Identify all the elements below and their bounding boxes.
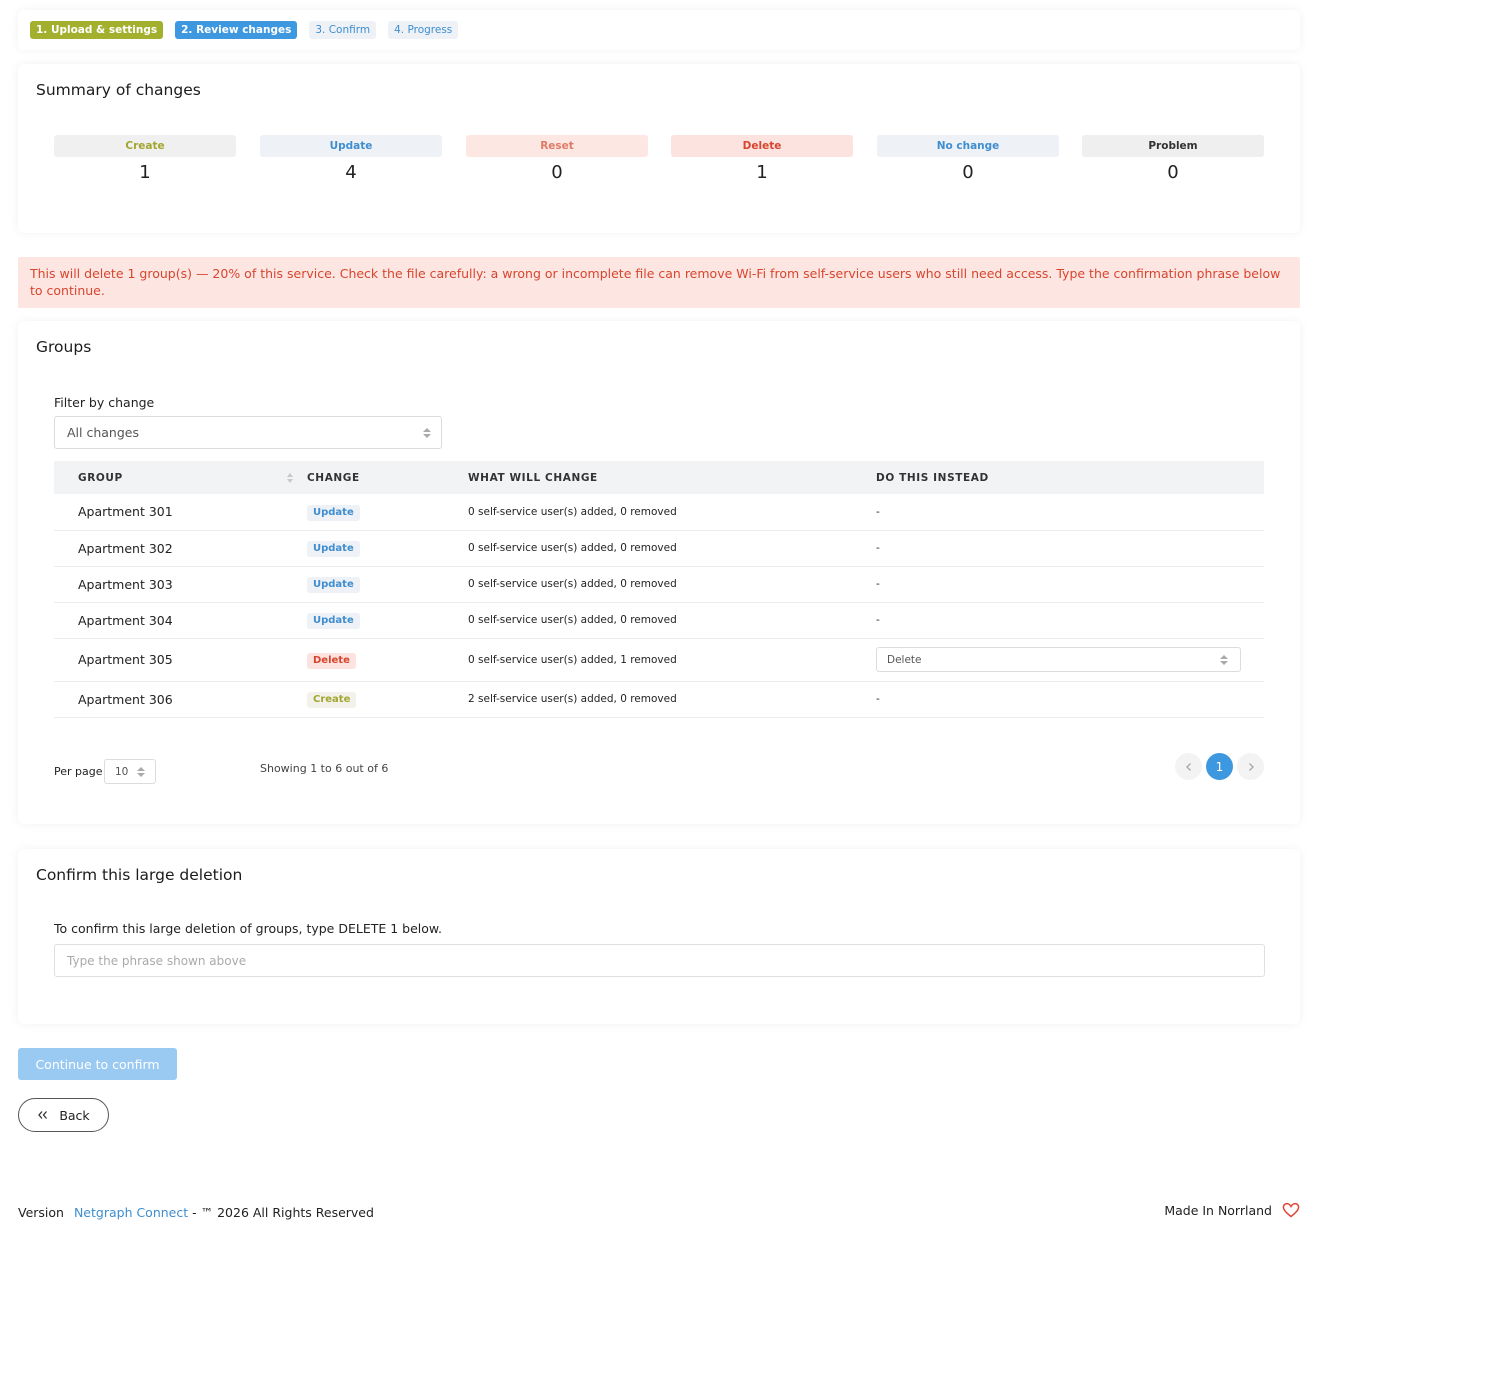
do-this-instead: -: [876, 530, 1264, 567]
column-header-change: CHANGE: [307, 461, 468, 494]
heart-icon: [1282, 1202, 1300, 1218]
per-page-select[interactable]: 10: [104, 759, 156, 784]
back-button[interactable]: Back: [18, 1098, 109, 1132]
row-select-value: Delete: [887, 653, 922, 666]
table-row: Apartment 303 Update 0 self-service user…: [54, 566, 1264, 603]
step-upload-settings[interactable]: 1. Upload & settings: [30, 21, 164, 39]
column-header-do-this-instead: DO THIS INSTEAD: [876, 461, 1264, 494]
stat-value: 0: [551, 162, 563, 183]
do-this-instead: -: [876, 566, 1264, 603]
what-will-change: 0 self-service user(s) added, 0 removed: [468, 530, 876, 567]
stat-value: 0: [1167, 162, 1179, 183]
confirm-deletion-card: Confirm this large deletion To confirm t…: [18, 849, 1300, 1024]
stat-value: 1: [756, 162, 768, 183]
do-this-instead: -: [876, 602, 1264, 639]
change-badge: Update: [307, 504, 360, 521]
select-arrows-icon: [1220, 654, 1228, 665]
group-name: Apartment 304: [54, 602, 307, 639]
what-will-change: 0 self-service user(s) added, 0 removed: [468, 566, 876, 603]
double-chevron-left-icon: [38, 1111, 48, 1119]
stat-problem: Problem 0: [1082, 135, 1264, 183]
footer-copyright: Version Netgraph Connect - ™ 2026 All Ri…: [18, 1205, 374, 1220]
filter-label: Filter by change: [54, 395, 155, 410]
prev-page-button[interactable]: [1175, 753, 1202, 780]
confirmation-phrase-input[interactable]: [54, 944, 1265, 977]
filter-select-value: All changes: [67, 425, 139, 440]
column-header-group[interactable]: GROUP: [54, 461, 307, 494]
continue-to-confirm-button[interactable]: Continue to confirm: [18, 1048, 177, 1080]
stat-value: 4: [345, 162, 357, 183]
per-page-value: 10: [115, 765, 129, 778]
select-arrows-icon: [423, 427, 431, 438]
change-badge: Update: [307, 541, 360, 557]
page-button-current[interactable]: 1: [1206, 753, 1233, 780]
do-this-instead-select[interactable]: Delete: [876, 647, 1241, 672]
change-badge: Create: [307, 692, 357, 708]
change-badge: Update: [307, 577, 360, 593]
stat-no-change: No change 0: [877, 135, 1059, 183]
version-label: Version: [18, 1205, 64, 1220]
stat-label: Update: [260, 135, 442, 157]
summary-title: Summary of changes: [36, 81, 201, 99]
back-label: Back: [59, 1107, 90, 1123]
stat-label: Problem: [1082, 135, 1264, 157]
what-will-change: 2 self-service user(s) added, 0 removed: [468, 681, 876, 718]
step-confirm[interactable]: 3. Confirm: [309, 21, 377, 39]
confirm-instruction: To confirm this large deletion of groups…: [54, 921, 442, 936]
brand-link[interactable]: Netgraph Connect: [74, 1205, 188, 1220]
table-row: Apartment 302 Update 0 self-service user…: [54, 530, 1264, 567]
what-will-change: 0 self-service user(s) added, 0 removed: [468, 602, 876, 639]
group-name: Apartment 303: [54, 566, 307, 603]
group-name: Apartment 305: [54, 638, 307, 682]
filter-by-change-select[interactable]: All changes: [54, 416, 442, 449]
stat-label: Create: [54, 135, 236, 157]
group-name: Apartment 301: [54, 494, 307, 531]
stat-create: Create 1: [54, 135, 236, 183]
table-row: Apartment 301 Update 0 self-service user…: [54, 494, 1264, 531]
table-row: Apartment 306 Create 2 self-service user…: [54, 681, 1264, 718]
next-page-button[interactable]: [1237, 753, 1264, 780]
stat-label: Delete: [671, 135, 853, 157]
do-this-instead: -: [876, 681, 1264, 718]
made-in-text: Made In Norrland: [1164, 1202, 1272, 1218]
stat-update: Update 4: [260, 135, 442, 183]
confirm-title: Confirm this large deletion: [36, 866, 243, 884]
showing-count: Showing 1 to 6 out of 6: [260, 762, 389, 775]
groups-title: Groups: [36, 338, 92, 356]
select-arrows-icon: [137, 766, 145, 777]
what-will-change: 0 self-service user(s) added, 0 removed: [468, 494, 876, 531]
chevron-right-icon: [1248, 762, 1254, 771]
table-row: Apartment 305 Delete 0 self-service user…: [54, 638, 1264, 682]
group-name: Apartment 306: [54, 681, 307, 718]
pagination: 1: [1175, 753, 1264, 780]
stat-reset: Reset 0: [466, 135, 648, 183]
step-review-changes[interactable]: 2. Review changes: [175, 21, 298, 39]
change-badge: Delete: [307, 652, 356, 669]
per-page-label: Per page: [54, 765, 103, 778]
rights-text: - ™ 2026 All Rights Reserved: [192, 1205, 374, 1220]
stat-value: 0: [962, 162, 974, 183]
wizard-stepper: 1. Upload & settings 2. Review changes 3…: [18, 10, 1300, 50]
deletion-warning-banner: This will delete 1 group(s) — 20% of thi…: [18, 257, 1300, 308]
stat-label: Reset: [466, 135, 648, 157]
chevron-left-icon: [1185, 762, 1191, 771]
summary-card: Summary of changes Create 1 Update 4 Res…: [18, 64, 1300, 233]
step-progress[interactable]: 4. Progress: [388, 21, 459, 39]
stat-label: No change: [877, 135, 1059, 157]
column-header-what-will-change: WHAT WILL CHANGE: [468, 461, 876, 494]
what-will-change: 0 self-service user(s) added, 1 removed: [468, 638, 876, 682]
sort-icon[interactable]: [287, 472, 293, 483]
footer-made-in: Made In Norrland: [1164, 1202, 1300, 1218]
groups-card: Groups Filter by change All changes GROU…: [18, 321, 1300, 824]
stat-value: 1: [139, 162, 151, 183]
group-name: Apartment 302: [54, 530, 307, 567]
stat-delete: Delete 1: [671, 135, 853, 183]
do-this-instead: -: [876, 494, 1264, 531]
table-row: Apartment 304 Update 0 self-service user…: [54, 602, 1264, 639]
change-badge: Update: [307, 613, 360, 629]
groups-table: GROUP CHANGE WHAT WILL CHANGE DO THIS IN…: [54, 461, 1264, 718]
